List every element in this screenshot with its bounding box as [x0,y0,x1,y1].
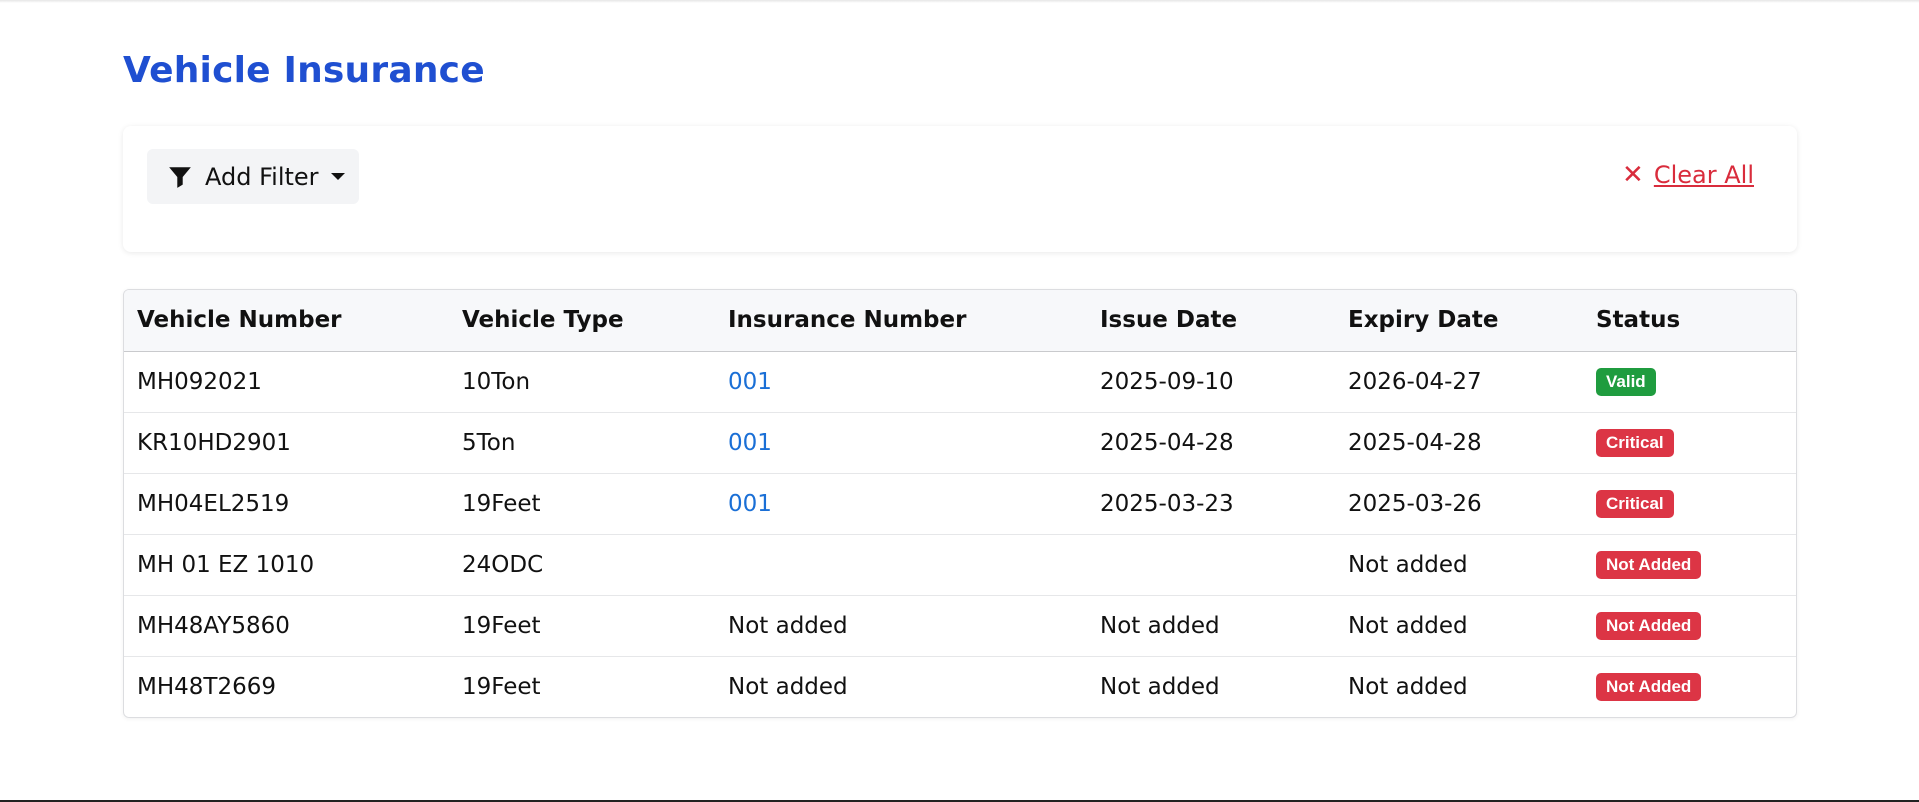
insurance-number-cell: 001 [715,351,1087,412]
issue-date-cell: Not added [1087,594,1335,656]
status-cell: Not Added [1583,655,1796,717]
vehicle-number-cell: MH48AY5860 [124,594,449,656]
clear-all-label: Clear All [1653,161,1754,189]
vehicle-type-cell: 24ODC [449,533,715,595]
insurance-number-link[interactable]: 001 [728,430,772,456]
status-cell: Critical [1583,411,1796,473]
issue-date-cell: 2025-03-23 [1087,472,1335,534]
vehicle-type-cell: 19Feet [449,472,715,534]
vehicle-type-cell: 19Feet [449,594,715,656]
close-icon: ✕ [1622,160,1644,190]
vehicle-type-cell: 10Ton [462,368,531,395]
table-header-row: Vehicle Number Vehicle Type Insurance Nu… [124,290,1796,352]
vehicle-number-cell: MH092021 [137,368,262,395]
clear-all-button[interactable]: ✕ Clear All [1622,161,1754,189]
issue-date-cell: 2025-09-10 [1100,368,1234,395]
add-filter-button[interactable]: Add Filter [147,149,359,204]
status-badge: Not Added [1596,673,1702,702]
insurance-number-cell: Not added [715,655,1087,717]
vehicle-number-cell: MH04EL2519 [124,472,449,534]
table-row: MH 01 EZ 1010 24ODC Not added Not Added [124,533,1796,595]
column-header-issue-date[interactable]: Issue Date [1087,290,1335,352]
insurance-number-link[interactable]: 001 [728,369,772,395]
top-shadow [0,0,1919,3]
vehicle-number-cell: KR10HD2901 [124,411,449,473]
status-cell: Critical [1583,472,1796,534]
vehicle-type-cell: 19Feet [449,655,715,717]
expiry-date-cell: Not added [1335,594,1583,656]
funnel-icon [167,164,193,190]
issue-date-cell: Not added [1087,655,1335,717]
insurance-number-cell: 001 [715,472,1087,534]
issue-date-cell: 2025-04-28 [1087,411,1335,473]
table-row: MH04EL2519 19Feet 001 2025-03-23 2025-03… [124,472,1796,534]
column-header-insurance-number[interactable]: Insurance Number [715,290,1087,352]
insurance-number-cell: 001 [715,411,1087,473]
insurance-table: Vehicle Number Vehicle Type Insurance Nu… [123,289,1797,718]
expiry-date-cell: Not added [1335,533,1583,595]
expiry-date-cell: 2025-04-28 [1335,411,1583,473]
expiry-date-cell: Not added [1335,655,1583,717]
vehicle-number-cell: MH 01 EZ 1010 [124,533,449,595]
expiry-date-cell: 2025-03-26 [1335,472,1583,534]
column-header-vehicle-number[interactable]: Vehicle Number [124,290,449,352]
column-header-expiry-date[interactable]: Expiry Date [1335,290,1583,352]
table-row: MH092021 10Ton 001 2025-09-10 2026-04-27… [124,351,1796,412]
expiry-date-cell: 2026-04-27 [1348,368,1482,395]
insurance-number-link[interactable]: 001 [728,491,772,517]
add-filter-label: Add Filter [205,162,319,191]
insurance-number-cell: Not added [715,594,1087,656]
insurance-number-cell [715,533,1087,595]
caret-down-icon [330,173,345,180]
status-badge: Critical [1596,429,1674,457]
vehicle-type-cell: 5Ton [449,411,715,473]
column-header-vehicle-type[interactable]: Vehicle Type [449,290,715,352]
status-badge: Valid [1596,368,1656,396]
status-badge: Not Added [1596,612,1702,640]
status-badge: Not Added [1596,551,1702,579]
status-cell: Not Added [1583,533,1796,595]
column-header-status[interactable]: Status [1583,290,1796,352]
status-cell: Valid [1583,351,1796,412]
issue-date-cell [1087,533,1335,595]
status-badge: Critical [1596,490,1674,518]
status-cell: Not Added [1583,594,1796,656]
vehicle-number-cell: MH48T2669 [124,655,449,717]
table-row: KR10HD2901 5Ton 001 2025-04-28 2025-04-2… [124,411,1796,473]
table-row: MH48T2669 19Feet Not added Not added Not… [124,655,1796,717]
filter-panel: Add Filter ✕ Clear All [123,126,1797,252]
page-title: Vehicle Insurance [123,50,485,91]
table-row: MH48AY5860 19Feet Not added Not added No… [124,594,1796,656]
